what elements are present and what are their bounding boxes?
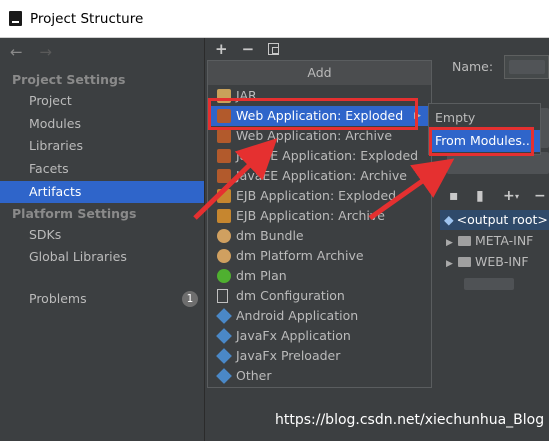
red-arrow-right bbox=[368, 158, 455, 221]
annotation-arrows bbox=[193, 138, 455, 221]
watermark-url: https://blog.csdn.net/xiechunhua_Blog bbox=[275, 412, 545, 428]
red-arrow-left bbox=[193, 138, 278, 220]
